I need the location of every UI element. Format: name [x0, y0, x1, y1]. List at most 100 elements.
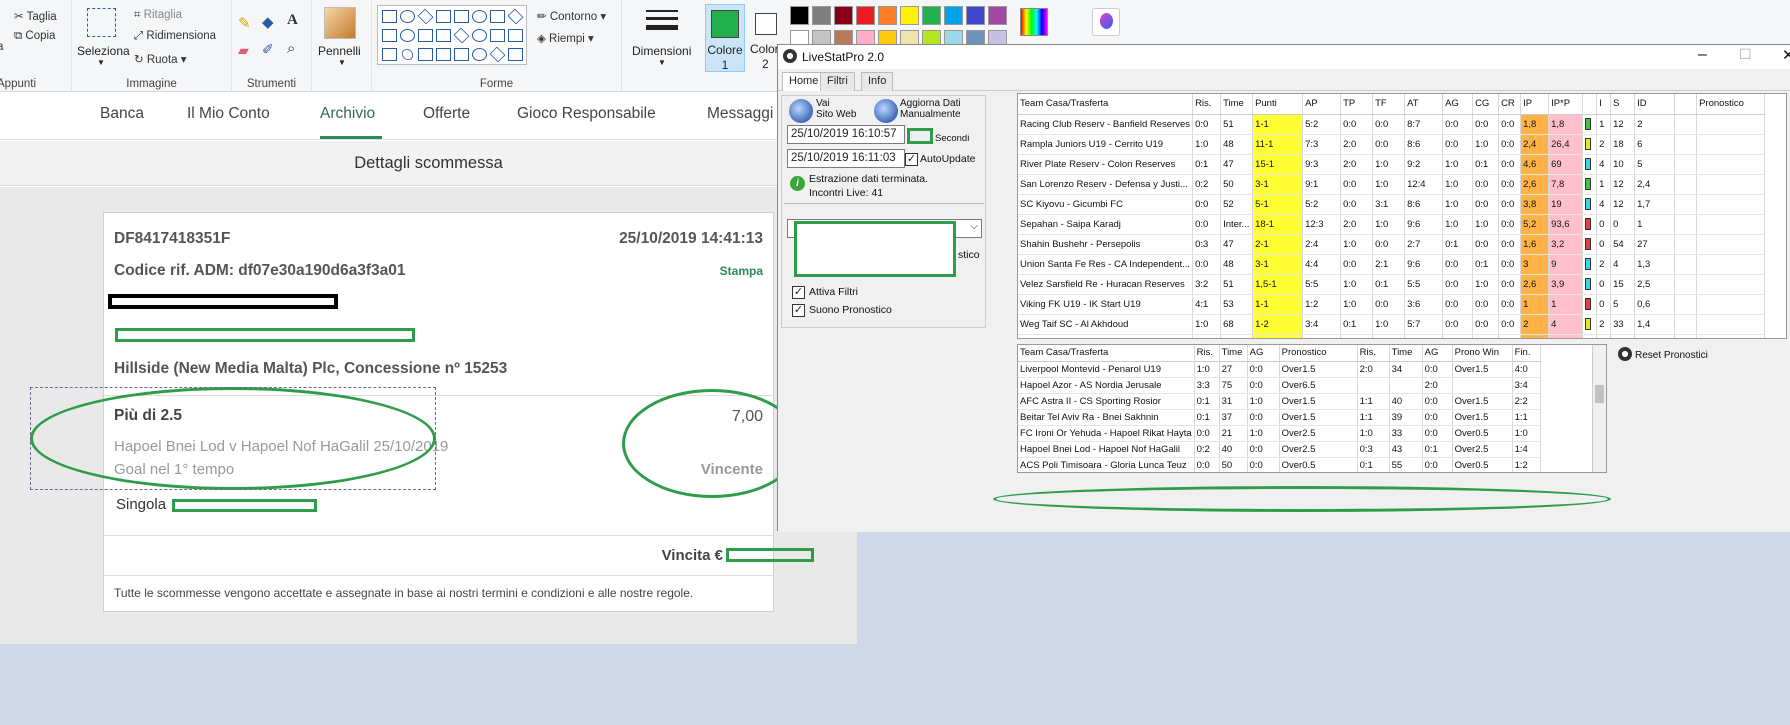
close-icon[interactable]: ✕ — [1782, 46, 1790, 64]
nav-archivio[interactable]: Archivio — [320, 105, 375, 123]
text-icon[interactable]: A — [287, 12, 298, 29]
live-column-header[interactable]: IP*P — [1548, 94, 1584, 115]
palette-swatch[interactable] — [944, 6, 963, 25]
live-column-header[interactable]: IP — [1520, 94, 1550, 115]
prediction-column-header[interactable]: AG — [1247, 345, 1280, 362]
shape-option[interactable] — [507, 8, 524, 25]
live-match-row[interactable]: Sepahan - Saipa Karadj 0:0 Inter... 18-1 12:… — [1018, 214, 1766, 235]
magnifier-icon[interactable]: ⌕ — [287, 40, 295, 57]
prediction-column-header[interactable]: Time — [1219, 345, 1248, 362]
shape-option[interactable] — [454, 48, 469, 61]
live-column-header[interactable]: TP — [1340, 94, 1374, 115]
reset-predictions-button[interactable]: Reset Pronostici — [1635, 350, 1708, 361]
shape-option[interactable] — [436, 10, 451, 23]
copy-button[interactable]: ⧉ Copia — [14, 30, 55, 43]
rotate-button[interactable]: ↻ Ruota ▾ — [134, 52, 187, 66]
palette-swatch[interactable] — [966, 6, 985, 25]
live-column-header[interactable]: CG — [1472, 94, 1500, 115]
palette-swatch[interactable] — [812, 6, 831, 25]
shape-option[interactable] — [382, 10, 397, 23]
prediction-row[interactable]: AFC Astra II - CS Sporting Rosior 0:1 31 1:… — [1018, 393, 1541, 410]
shape-option[interactable] — [418, 48, 433, 61]
prediction-column-header[interactable]: Prono Win — [1452, 345, 1513, 362]
prediction-row[interactable]: FC Ironi Or Yehuda - Hapoel Rikat Hayta 0… — [1018, 425, 1541, 442]
tab-filtri[interactable]: Filtri — [820, 72, 855, 91]
live-match-row[interactable]: San Lorenzo Reserv - Defensa y Justi... 0… — [1018, 174, 1766, 195]
pencil-icon[interactable]: ✎ — [238, 14, 251, 32]
shape-option[interactable] — [508, 29, 523, 42]
live-column-header[interactable]: I — [1596, 94, 1612, 115]
live-match-row[interactable]: Viking FK U19 - IK Start U19 4:1 53 1-1 1:2 1… — [1018, 294, 1766, 315]
live-match-row[interactable]: FC Isloch Reserves - FK Dnyapro Re...0:0… — [1018, 334, 1766, 338]
prediction-column-header[interactable]: Ris. — [1194, 345, 1220, 362]
nav-il-mio-conto[interactable]: Il Mio Conto — [187, 105, 270, 123]
brushes-button[interactable]: Pennelli — [318, 44, 361, 58]
palette-swatch[interactable] — [790, 6, 809, 25]
minimize-icon[interactable]: – — [1698, 46, 1707, 64]
live-match-row[interactable]: Racing Club Reserv - Banfield Reserves 0:… — [1018, 114, 1766, 135]
nav-offerte[interactable]: Offerte — [423, 105, 470, 123]
prediction-column-header[interactable]: Fin. — [1512, 345, 1541, 362]
shape-option[interactable] — [436, 29, 451, 42]
shape-option[interactable] — [472, 48, 487, 61]
live-column-header[interactable]: CR — [1498, 94, 1522, 115]
prediction-column-header[interactable]: Pronostico — [1279, 345, 1358, 362]
live-column-header[interactable]: Ris. — [1192, 94, 1222, 115]
color1-button[interactable]: Colore 1 — [705, 4, 745, 72]
prediction-row[interactable]: Hapoel Azor - AS Nordia Jerusale 3:3 75 0:0… — [1018, 377, 1541, 394]
size-button[interactable]: Dimensioni — [632, 44, 691, 58]
live-match-row[interactable]: SC Kiyovu - Gicumbi FC 0:0 52 5-1 5:2 0:0 3:1 8… — [1018, 194, 1766, 215]
brushes-group[interactable]: Pennelli ▼ — [312, 0, 372, 92]
cut-button[interactable]: ✂ Taglia — [14, 9, 57, 23]
predictions-grid[interactable]: Team Casa/Trasferta Ris. Time AG Pronostico R… — [1017, 344, 1607, 473]
live-match-row[interactable]: Weg Taif SC - Al Akhdoud 1:0 68 1-2 3:4 0:1 1:… — [1018, 314, 1766, 335]
live-column-header[interactable]: AP — [1302, 94, 1342, 115]
print-link[interactable]: Stampa — [720, 264, 763, 278]
shape-option[interactable] — [399, 46, 416, 63]
nav-banca[interactable]: Banca — [100, 105, 144, 123]
palette-swatch[interactable] — [834, 6, 853, 25]
size-group[interactable]: Dimensioni ▼ — [622, 0, 701, 92]
resize-button[interactable]: ⤢ Ridimensiona — [134, 30, 216, 43]
live-column-header[interactable]: S — [1610, 94, 1636, 115]
select-button[interactable]: Seleziona — [77, 44, 130, 58]
live-column-header[interactable]: AT — [1404, 94, 1444, 115]
palette-swatch[interactable] — [900, 6, 919, 25]
shape-option[interactable] — [400, 10, 415, 23]
eraser-icon[interactable]: ▰ — [238, 42, 249, 59]
live-column-header[interactable]: Pronostico — [1696, 94, 1766, 115]
shape-option[interactable] — [472, 29, 487, 42]
nav-messaggi[interactable]: Messaggi — [707, 105, 773, 123]
shapes-gallery[interactable] — [377, 5, 527, 65]
scrollbar-thumb[interactable] — [1595, 385, 1604, 403]
live-match-row[interactable]: River Plate Reserv - Colon Reserves 0:1 47… — [1018, 154, 1766, 175]
shape-option[interactable] — [418, 29, 433, 42]
palette-swatch[interactable] — [922, 6, 941, 25]
prediction-row[interactable]: Hapoel Bnei Lod - Hapoel Nof HaGalil 0:2 4… — [1018, 441, 1541, 458]
shape-option[interactable] — [400, 29, 415, 42]
prediction-row[interactable]: ACS Poli Timisoara - Gloria Lunca Teuz 0:… — [1018, 457, 1541, 472]
live-column-header[interactable]: Punti — [1252, 94, 1304, 115]
prediction-column-header[interactable]: AG — [1422, 345, 1453, 362]
tab-info[interactable]: Info — [861, 72, 894, 91]
shape-option[interactable] — [382, 48, 397, 61]
predictions-scrollbar[interactable] — [1592, 345, 1606, 472]
shape-option[interactable] — [417, 8, 434, 25]
live-column-header[interactable]: ID — [1634, 94, 1676, 115]
prediction-row[interactable]: Beitar Tel Aviv Ra - Bnei Sakhnin 0:1 37 0:… — [1018, 409, 1541, 426]
tab-home[interactable]: Home — [782, 72, 826, 92]
nav-gioco-responsabile[interactable]: Gioco Responsabile — [517, 105, 656, 123]
live-column-header[interactable] — [1582, 94, 1598, 115]
edit-colors-icon[interactable] — [1020, 8, 1048, 36]
live-match-row[interactable]: Union Santa Fe Res - CA Independent... 0:… — [1018, 254, 1766, 275]
palette-swatch[interactable] — [878, 6, 897, 25]
shape-option[interactable] — [490, 29, 505, 42]
prediction-row[interactable]: Liverpool Montevid - Penarol U19 1:0 27 0:0… — [1018, 361, 1541, 378]
shape-option[interactable] — [508, 48, 523, 61]
shape-option[interactable] — [454, 10, 469, 23]
color-picker-icon[interactable]: ✐ — [262, 41, 274, 58]
prediction-column-header[interactable]: Time — [1389, 345, 1423, 362]
fill-button[interactable]: ◈ Riempi ▾ — [537, 31, 594, 45]
shape-option[interactable] — [382, 29, 397, 42]
live-match-row[interactable]: Rampla Juniors U19 - Cerrito U19 1:0 48 11-… — [1018, 134, 1766, 155]
